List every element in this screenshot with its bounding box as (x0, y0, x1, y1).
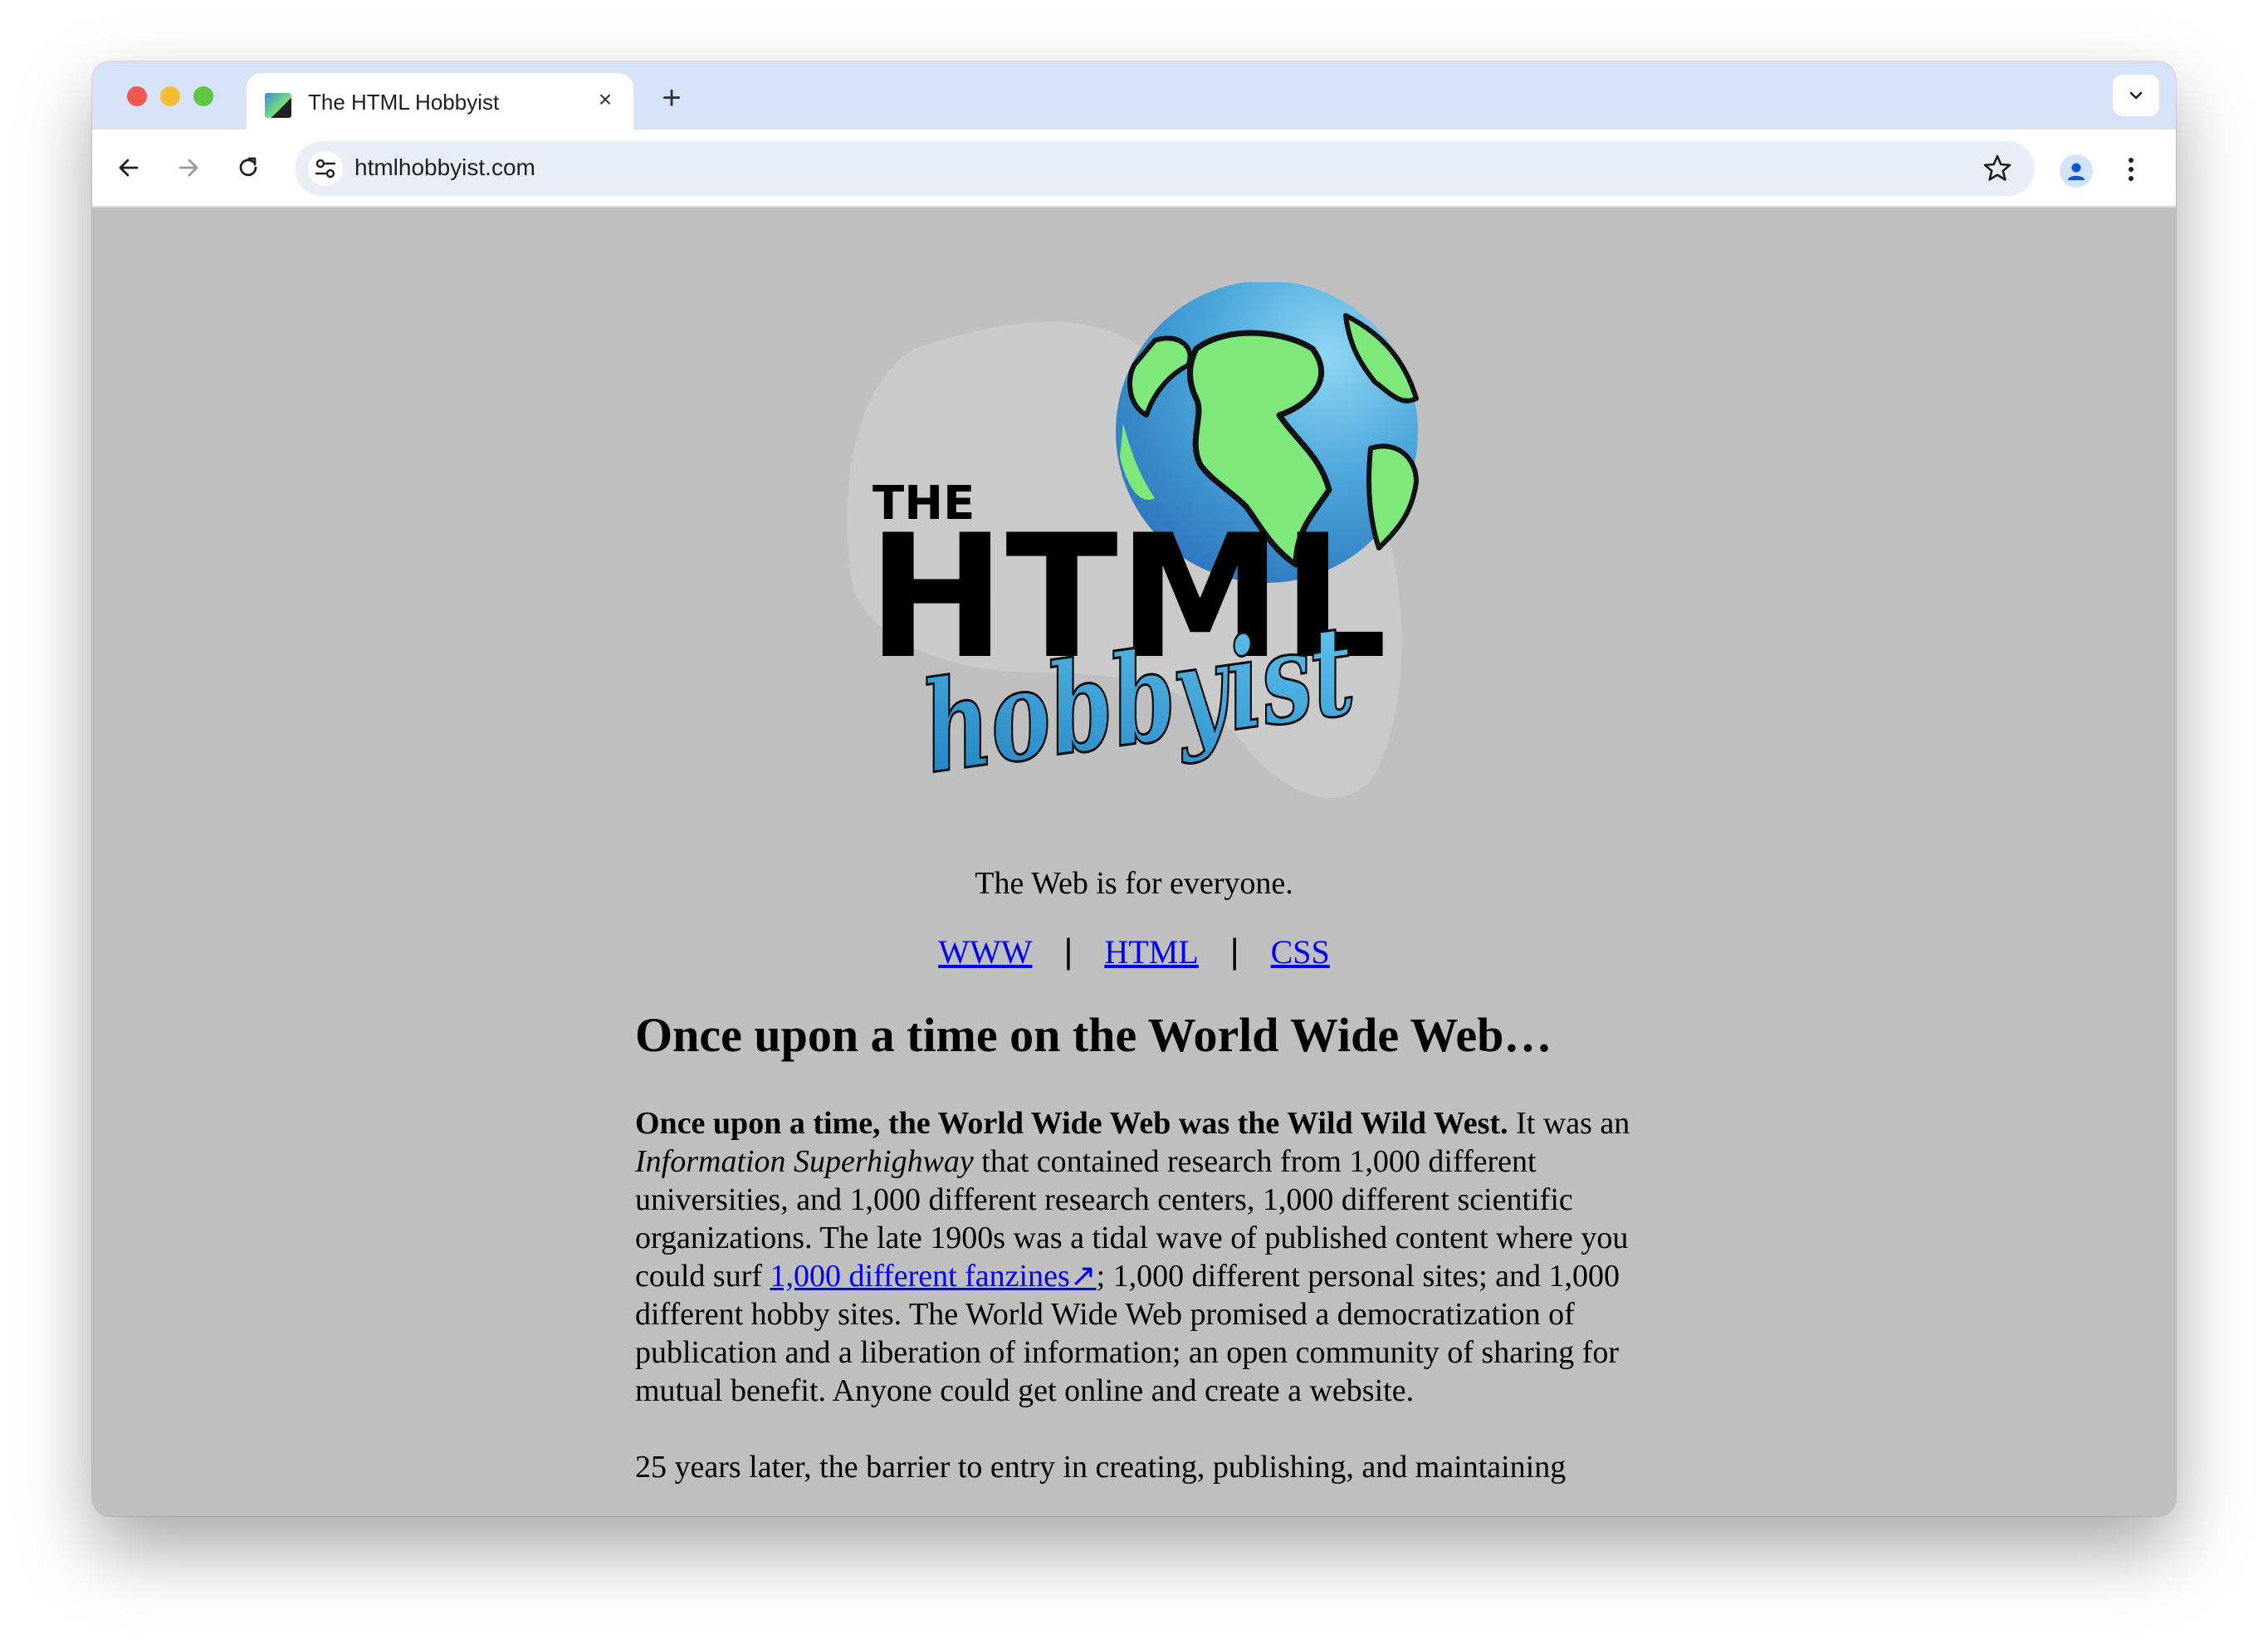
more-vertical-icon (2129, 158, 2134, 181)
new-tab-button[interactable]: + (653, 80, 690, 116)
tab-close-icon[interactable]: × (592, 86, 618, 113)
address-bar[interactable]: htmlhobbyist.com (295, 141, 2035, 196)
profile-button[interactable] (2060, 154, 2093, 188)
html-hobbyist-logo: THE HTML hobbyist (847, 282, 1419, 803)
tagline: The Web is for everyone. (975, 866, 1293, 901)
nav-separator: | (1063, 932, 1073, 971)
browser-window: The HTML Hobbyist × + htmlhobbyist.com T… (92, 61, 2176, 1516)
tab-the-html-hobbyist[interactable]: The HTML Hobbyist × (247, 73, 633, 130)
reload-button[interactable] (230, 149, 266, 186)
back-button[interactable] (110, 149, 147, 186)
reload-icon (239, 157, 257, 177)
article-paragraph-2: 25 years later, the barrier to entry in … (635, 1449, 1567, 1485)
browser-toolbar: htmlhobbyist.com (92, 130, 2176, 208)
favicon-icon (265, 93, 291, 118)
maximize-window-button[interactable] (193, 86, 213, 106)
tab-search-button[interactable] (2113, 75, 2159, 116)
star-icon (1983, 154, 2011, 181)
tab-strip: The HTML Hobbyist × + (92, 61, 2176, 130)
site-nav: WWW | HTML | CSS (92, 932, 2176, 971)
site-info-button[interactable] (308, 151, 343, 186)
nav-link-html[interactable]: HTML (1104, 933, 1198, 971)
chevron-down-icon (2129, 91, 2143, 100)
tab-title: The HTML Hobbyist (308, 90, 500, 115)
article: Once upon a time on the World Wide Web… … (635, 1006, 1648, 1516)
nav-link-www[interactable]: WWW (938, 933, 1032, 971)
person-icon (2068, 163, 2085, 180)
fanzines-link[interactable]: 1,000 different fanzines↗ (770, 1259, 1097, 1294)
forward-button[interactable] (170, 149, 207, 186)
menu-button[interactable] (2114, 153, 2148, 186)
article-heading: Once upon a time on the World Wide Web… (635, 1008, 1552, 1062)
minimize-window-button[interactable] (160, 86, 180, 106)
paragraph-text: It was an (1508, 1105, 1630, 1141)
url-text[interactable]: htmlhobbyist.com (354, 154, 535, 181)
nav-link-css[interactable]: CSS (1271, 933, 1330, 971)
paragraph-emphasis: Information Superhighway (635, 1143, 974, 1179)
web-page: THE HTML hobbyist The Web is for everyon… (92, 208, 2176, 1516)
article-paragraph-1: Once upon a time, the World Wide Web was… (635, 1104, 1648, 1410)
close-window-button[interactable] (127, 86, 147, 106)
bookmark-button[interactable] (1982, 153, 2013, 184)
paragraph-lead: Once upon a time, the World Wide Web was… (635, 1105, 1508, 1141)
back-arrow-icon (119, 159, 139, 177)
nav-separator: | (1229, 932, 1239, 971)
tune-icon (315, 159, 336, 179)
forward-arrow-icon (178, 159, 198, 177)
